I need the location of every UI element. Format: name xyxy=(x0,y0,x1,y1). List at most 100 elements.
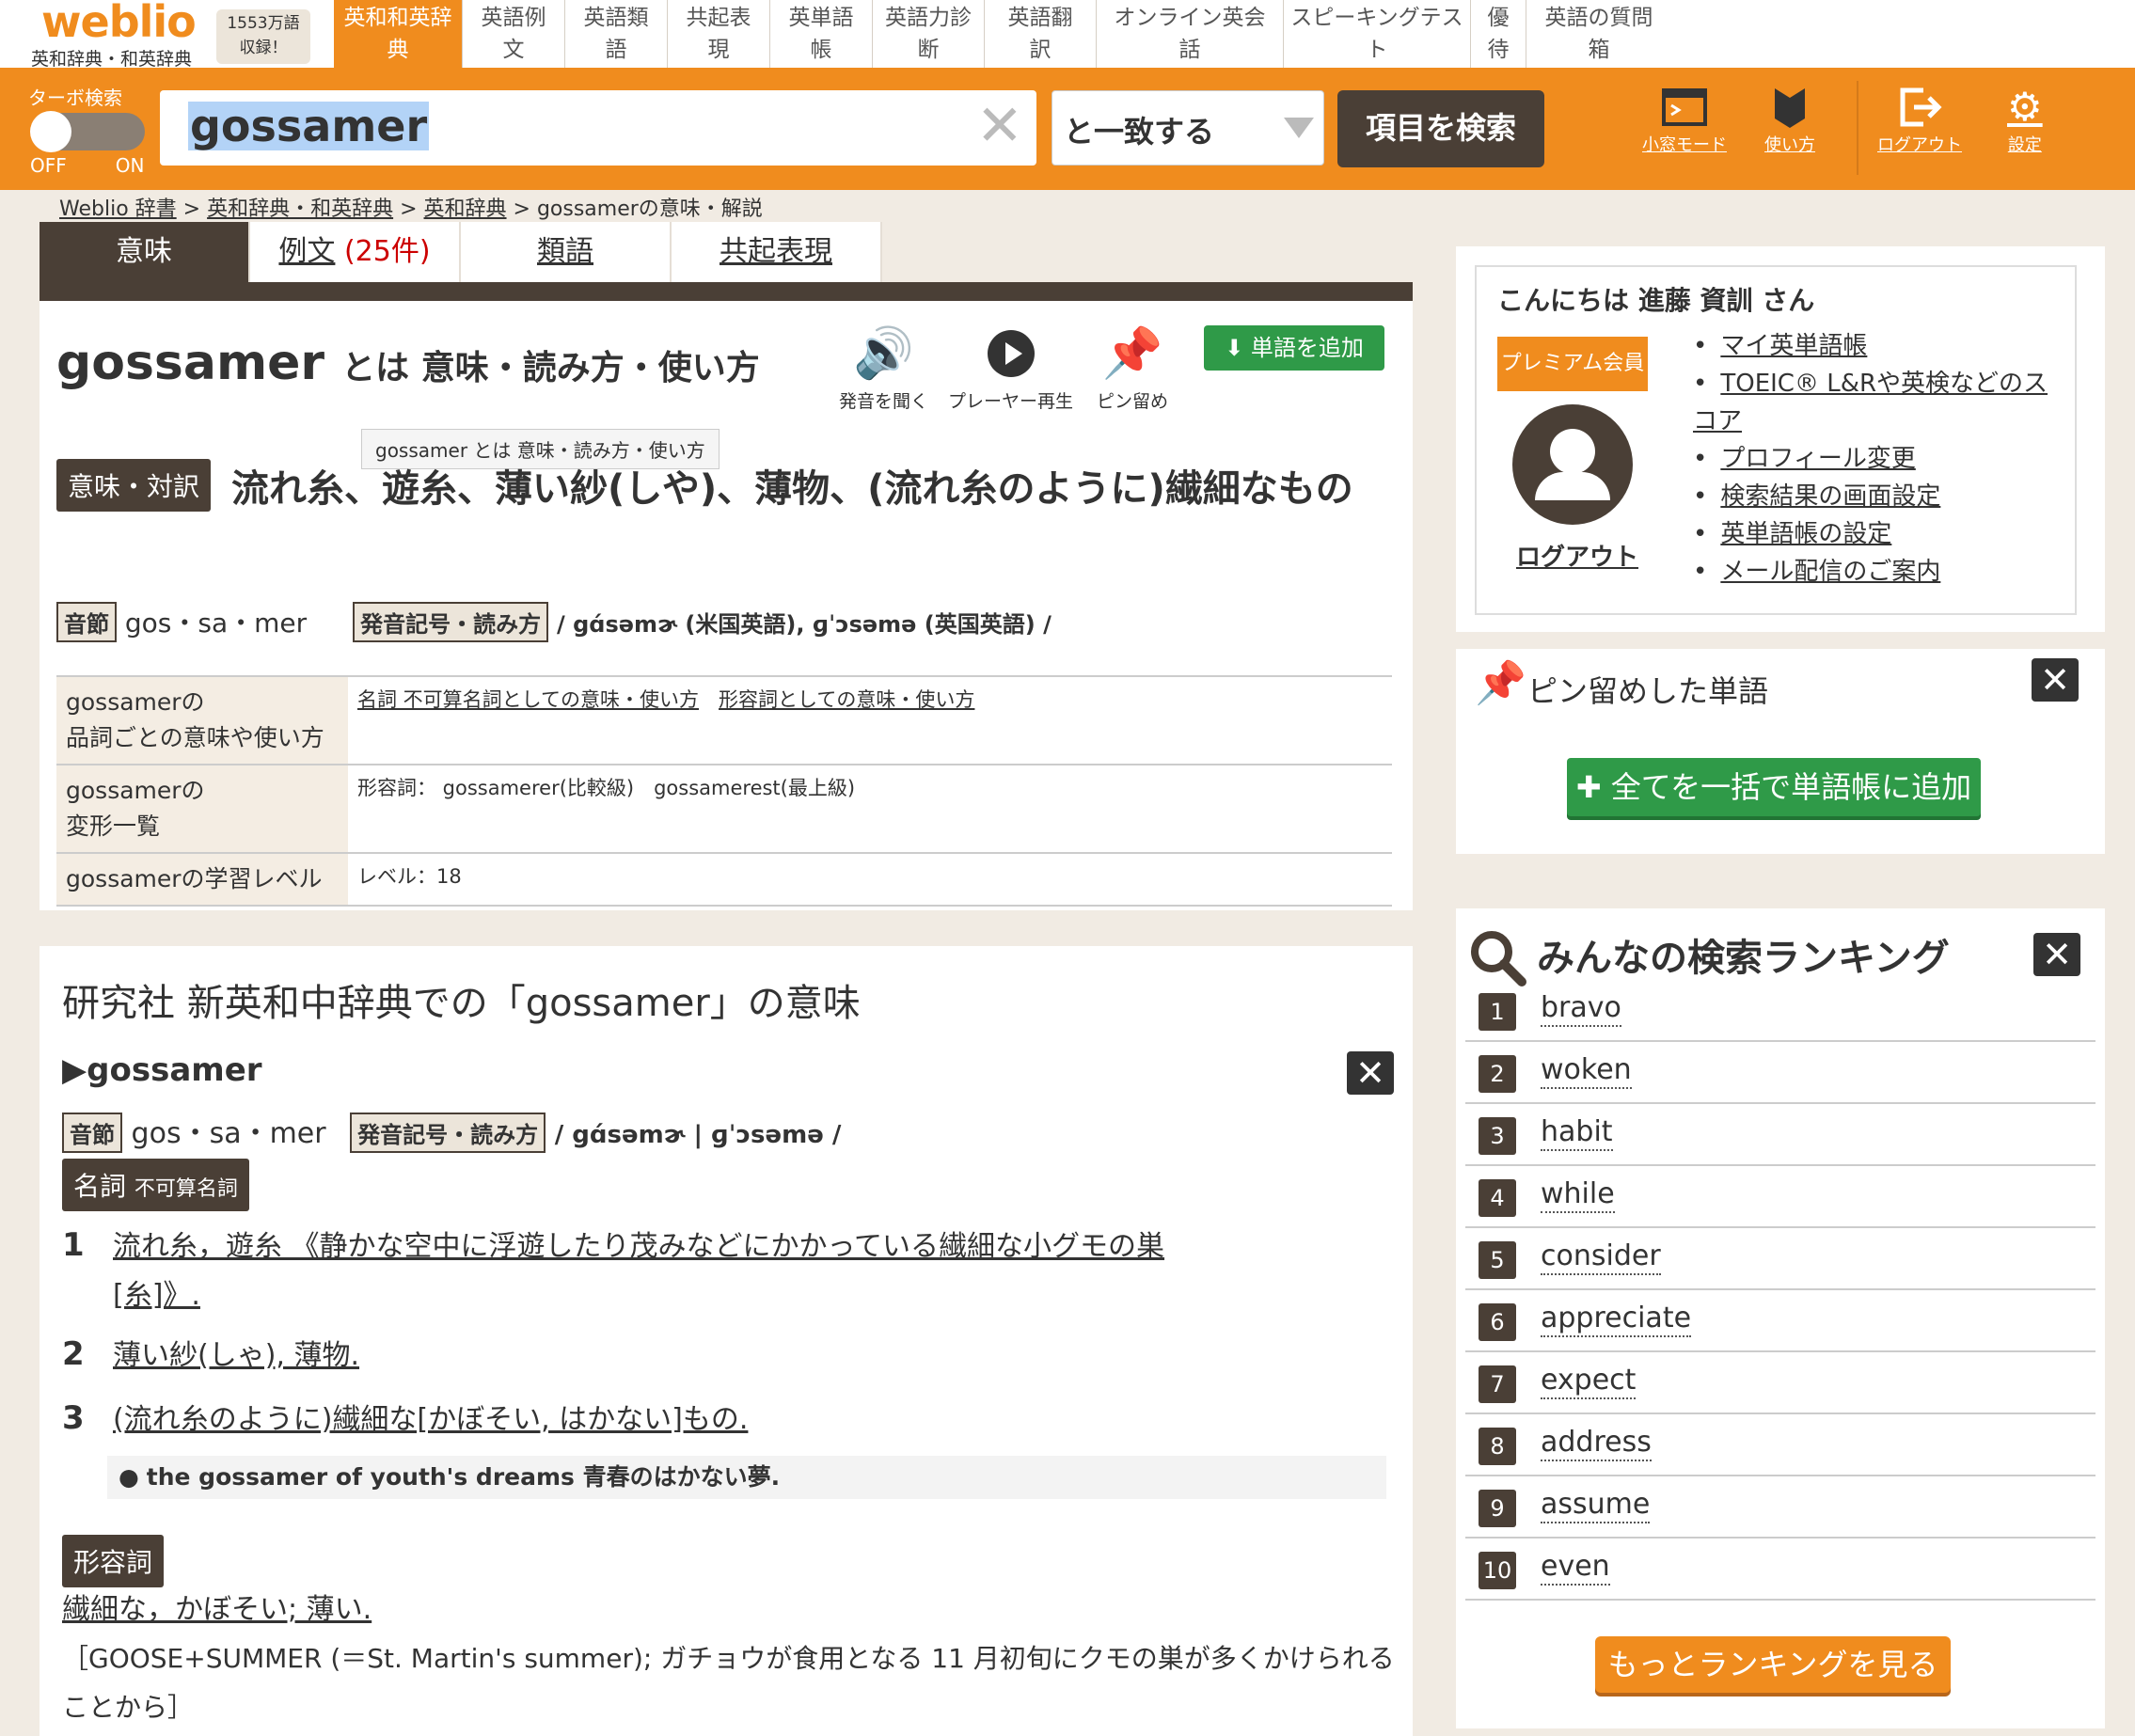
pronounce-button[interactable]: 🔊 発音を聞く xyxy=(839,320,928,413)
tab-underline-bar xyxy=(40,282,1413,301)
menu-item[interactable]: メール配信のご案内 xyxy=(1693,553,2069,591)
ranking-word[interactable]: woken xyxy=(1541,1053,1632,1089)
add-word-button[interactable]: ⬇ 単語を追加 xyxy=(1204,325,1384,371)
ranking-word[interactable]: expect xyxy=(1541,1364,1637,1399)
tab-examples[interactable]: 例文 (25件) xyxy=(250,222,461,282)
sense-text[interactable]: 流れ糸，遊糸 《静かな空中に浮遊したり茂みなどにかかっている繊細な小グモの巣 xyxy=(113,1230,1164,1263)
ranking-item[interactable]: 8 address xyxy=(1465,1414,2095,1476)
close-icon[interactable]: ✕ xyxy=(1347,1051,1394,1095)
breadcrumb-dictionary[interactable]: 英和辞典・和英辞典 xyxy=(207,197,393,221)
nav-tab[interactable]: 英語力診断 xyxy=(872,0,984,68)
ranking-item[interactable]: 6 appreciate xyxy=(1465,1290,2095,1352)
sense-text[interactable]: (流れ糸のように)繊細な[かぼそい, はかない]もの. xyxy=(113,1403,748,1436)
nav-tab[interactable]: 英語翻訳 xyxy=(984,0,1096,68)
play-icon xyxy=(987,330,1035,377)
ranking-item[interactable]: 4 while xyxy=(1465,1166,2095,1228)
breadcrumb-weblio[interactable]: Weblio 辞書 xyxy=(59,197,177,221)
search-query[interactable]: gossamer xyxy=(188,102,430,150)
tab-meaning[interactable]: 意味 xyxy=(40,222,250,282)
ranking-number: 9 xyxy=(1479,1490,1516,1527)
ranking-word[interactable]: address xyxy=(1541,1426,1652,1461)
nav-tab-line1: 英和和英辞 xyxy=(343,6,452,30)
ranking-item[interactable]: 9 assume xyxy=(1465,1476,2095,1539)
pronunciation-tag: 発音記号・読み方 xyxy=(350,1113,546,1153)
ranking-word[interactable]: even xyxy=(1541,1550,1610,1586)
ranking-item[interactable]: 3 habit xyxy=(1465,1104,2095,1166)
off-label: OFF xyxy=(30,154,67,177)
nav-tab[interactable]: 英語の質問箱 xyxy=(1526,0,1671,68)
clear-icon[interactable]: ✕ xyxy=(976,98,1023,154)
sense-text[interactable]: 薄い紗(しゃ), 薄物. xyxy=(113,1339,359,1372)
pin-button[interactable]: 📌 ピン留め xyxy=(1097,320,1168,413)
player-label: プレーヤー再生 xyxy=(948,391,1074,412)
settings-button[interactable]: ⚙ 設定 xyxy=(2007,83,2043,156)
weblio-logo[interactable]: weblio 英和辞典・和英辞典 xyxy=(0,0,207,70)
ranking-item[interactable]: 1 bravo xyxy=(1465,980,2095,1042)
mini-window-button[interactable]: 小窓モード xyxy=(1642,83,1727,156)
ranking-word[interactable]: bravo xyxy=(1541,991,1621,1027)
menu-item[interactable]: プロフィール変更 xyxy=(1693,440,2069,478)
menu-item[interactable]: 英単語帳の設定 xyxy=(1693,515,2069,553)
menu-item[interactable]: マイ英単語帳 xyxy=(1693,327,2069,365)
sense-number: 2 xyxy=(62,1335,85,1373)
noun-tag-label: 名詞 不可算名詞 xyxy=(62,1159,249,1211)
table-value-cell: 名詞 不可算名詞としての意味・使い方 形容詞としての意味・使い方 xyxy=(348,675,1392,765)
logout-button[interactable]: ログアウト xyxy=(1877,83,1962,156)
nav-tab[interactable]: オンライン英会話 xyxy=(1096,0,1283,68)
mini-window-label: 小窓モード xyxy=(1642,135,1727,155)
tab-collocations[interactable]: 共起表現 xyxy=(672,222,882,282)
example-text[interactable]: the gossamer of youth's dreams 青春のはかない夢. xyxy=(147,1463,780,1491)
ranking-item[interactable]: 5 consider xyxy=(1465,1228,2095,1290)
search-button[interactable]: 項目を検索 xyxy=(1337,90,1544,167)
close-icon[interactable]: ✕ xyxy=(2032,658,2079,702)
row-header-1: gossamerの xyxy=(66,688,205,716)
greeting: こんにちは 進藤 資訓 さん xyxy=(1497,285,1815,316)
sidebar-logout-link[interactable]: ログアウト xyxy=(1516,538,1638,573)
kenkyusha-card: 研究社 新英和中辞典での「gossamer」の意味 ▶gossamer ✕ 音節… xyxy=(40,946,1413,1736)
more-ranking-button[interactable]: もっとランキングを見る xyxy=(1595,1636,1951,1693)
bulk-add-button[interactable]: ✚ 全てを一括で単語帳に追加 xyxy=(1567,758,1981,816)
avatar-body xyxy=(1535,472,1610,500)
menu-item-label: メール配信のご案内 xyxy=(1720,558,1941,586)
add-word-label: 単語を追加 xyxy=(1250,335,1364,361)
turbo-toggle[interactable] xyxy=(30,111,145,152)
nav-tab[interactable]: 英和和英辞典 xyxy=(334,0,462,68)
nav-tab[interactable]: 英単語帳 xyxy=(769,0,872,68)
ranking-word[interactable]: habit xyxy=(1541,1115,1613,1151)
tab-synonyms[interactable]: 類語 xyxy=(461,222,672,282)
nav-tab-line2: 文 xyxy=(502,38,525,62)
menu-item[interactable]: TOEIC® L&Rや英検などのスコア xyxy=(1693,365,2069,440)
pronounce-label: 発音を聞く xyxy=(839,391,929,412)
table-header-cell: gossamerの 変形一覧 xyxy=(56,764,348,854)
adjective-usage-link[interactable]: 形容詞としての意味・使い方 xyxy=(719,688,974,711)
pinned-title: ピン留めした単語 xyxy=(1527,673,1769,709)
ranking-word[interactable]: appreciate xyxy=(1541,1302,1692,1337)
ranking-item[interactable]: 10 even xyxy=(1465,1539,2095,1601)
close-icon[interactable]: ✕ xyxy=(2033,933,2080,976)
ranking-item[interactable]: 2 woken xyxy=(1465,1042,2095,1104)
nav-tab[interactable]: スピーキングテスト xyxy=(1283,0,1470,68)
ranking-word[interactable]: while xyxy=(1541,1177,1615,1213)
ranking-number: 5 xyxy=(1479,1241,1516,1279)
howto-button[interactable]: 使い方 xyxy=(1764,83,1815,156)
adjective-text[interactable]: 繊細な，かぼそい; 薄い. xyxy=(62,1593,372,1626)
player-button[interactable]: プレーヤー再生 xyxy=(948,320,1073,413)
nav-tab[interactable]: 共起表現 xyxy=(667,0,769,68)
ranking-word[interactable]: consider xyxy=(1541,1239,1661,1275)
search-input[interactable]: gossamer ✕ xyxy=(160,90,1036,166)
nav-tab[interactable]: 英語類語 xyxy=(564,0,667,68)
sense-3: 3 (流れ糸のように)繊細な[かぼそい, はかない]もの. xyxy=(62,1394,748,1444)
logout-icon xyxy=(1900,87,1942,127)
sense-text-cont[interactable]: [糸]》. xyxy=(113,1279,200,1312)
syllables: gos・sa・mer xyxy=(131,1117,326,1150)
menu-item[interactable]: 検索結果の画面設定 xyxy=(1693,478,2069,515)
nav-tab-line2: 断 xyxy=(917,38,940,62)
noun-usage-link[interactable]: 名詞 不可算名詞としての意味・使い方 xyxy=(357,688,699,711)
ranking-item[interactable]: 7 expect xyxy=(1465,1352,2095,1414)
ranking-word[interactable]: assume xyxy=(1541,1488,1651,1523)
breadcrumb-ej[interactable]: 英和辞典 xyxy=(424,197,507,221)
nav-tab[interactable]: 英語例文 xyxy=(462,0,564,68)
nav-tab[interactable]: 優待 xyxy=(1470,0,1526,68)
sense-number: 1 xyxy=(62,1226,85,1264)
match-select[interactable]: と一致する xyxy=(1052,90,1324,166)
